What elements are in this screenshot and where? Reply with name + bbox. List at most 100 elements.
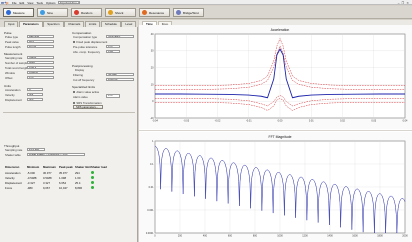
tab-schedule[interactable]: Schedule <box>100 21 121 27</box>
maximize-window-button[interactable]: ❐ <box>401 1 404 5</box>
y-tick-label: -10 <box>150 117 154 120</box>
close-window-button[interactable]: ✕ <box>406 1 409 5</box>
menu-item-tools[interactable]: Tools <box>36 1 43 5</box>
tab-spectrum[interactable]: Spectrum <box>43 21 64 27</box>
peak-value-label: Peak value <box>5 40 19 44</box>
module-icon <box>74 10 79 15</box>
tab-level[interactable]: Level <box>121 21 137 27</box>
x-tick-label: 0.01 <box>309 120 314 123</box>
throughput-rate-label: Sampling rate <box>5 148 23 152</box>
velocity-unit-label: Velocity <box>5 93 15 97</box>
chart-panel: Time Freq. Acceleration -0.04 -0.03 -0.02 -0.… <box>139 20 412 242</box>
module-button-random[interactable]: Random <box>71 8 102 17</box>
results-cell: 9,067 <box>43 185 50 190</box>
offset-field[interactable]: 0 % <box>27 75 54 80</box>
tab-limits[interactable]: Limits <box>84 21 101 27</box>
shaker-table-select[interactable]: Linear shaker: Throughput = 1.00 <box>27 152 85 157</box>
cutoff-label: Cut off frequency <box>73 78 95 82</box>
fft-magnitude-chart: FFT Magnitude0 200 400 600 800 1000 1200 1400 16… <box>139 132 412 242</box>
results-row: Force -980 9,067 10,047 8,896 <box>5 185 107 190</box>
chart-divider <box>139 130 412 131</box>
y-tick-label: 0.001 <box>147 209 154 212</box>
menu-bar: FileEditViewToolsOptionsHelp <box>12 1 64 5</box>
results-cell: 10,047 <box>59 185 68 190</box>
minimize-window-button[interactable]: – <box>398 1 400 5</box>
module-button-label: Sine <box>47 10 54 15</box>
results-table-wrapper: Dimension Minimum Maximum Peak peak Shaker l… <box>5 165 107 190</box>
tab-input[interactable]: Input <box>4 21 19 27</box>
alarm-value-field[interactable]: 0 % <box>106 94 120 98</box>
results-cell: 8,896 <box>75 185 82 190</box>
module-button-sine[interactable]: Sine <box>37 8 68 17</box>
sampling-rate-label: Sampling rate <box>5 56 23 60</box>
x-tick-label: 0.04 <box>403 120 408 123</box>
menu-item-edit[interactable]: Edit <box>20 1 25 5</box>
menu-item-file[interactable]: File <box>12 1 17 5</box>
specialized-limits-title: Specialized limits <box>72 85 96 89</box>
alarm-active-option[interactable]: Alarm value active <box>73 90 99 94</box>
results-cell <box>91 185 107 190</box>
x-tick-label: -0.04 <box>152 120 158 123</box>
x-tick-label: 400 <box>203 235 208 238</box>
module-button-bridge-strut[interactable]: Bridge/Strut <box>173 8 204 17</box>
record-length-label: Total record length <box>5 66 29 70</box>
settings-panel: Input Parameters Spectrum Channels Limits Sch… <box>0 20 138 242</box>
status-ok-icon <box>91 185 94 189</box>
module-icon <box>142 10 147 15</box>
x-tick-label: 1200 <box>302 235 308 238</box>
acceleration-plot: Acceleration -0.04 -0.03 -0.02 -0.01 0.00 0.01… <box>150 28 408 123</box>
menu-item-view[interactable]: View <box>27 1 33 5</box>
module-button-shock[interactable]: Shock <box>105 8 136 17</box>
module-icon <box>6 10 11 15</box>
compensation-type-label: Compensation type <box>73 35 98 39</box>
window-controls: – ❐ ✕ <box>398 1 409 5</box>
app-logo: m+p <box>1 0 9 5</box>
velocity-unit-select[interactable]: m/s <box>27 92 43 97</box>
cutoff-field[interactable]: 1000 Hz <box>106 77 134 82</box>
sampling-rate-field[interactable]: 51200 <box>27 55 54 60</box>
alarm-value-label: Alarm value <box>73 94 88 99</box>
srs-parameters-button[interactable]: SRS parameters... <box>73 105 103 109</box>
module-button-measure[interactable]: Measure <box>3 8 34 17</box>
filtering-select[interactable]: No filter <box>106 72 134 77</box>
status-ok-icon <box>91 180 94 184</box>
pulse-type-select[interactable]: Half sine <box>27 34 54 39</box>
throughput-rate-field[interactable]: 25.6 kHz <box>27 147 45 152</box>
y-tick-label: 0.0001 <box>146 232 154 235</box>
compensation-type-select[interactable]: Symmetric <box>106 34 134 39</box>
results-table: Dimension Minimum Maximum Peak peak Shaker l… <box>5 165 107 190</box>
displacement-unit-label: Displacement <box>5 98 22 102</box>
fixed-peak-option[interactable]: Fixed peak displacement <box>73 40 107 44</box>
tab-parameters[interactable]: Parameters <box>18 21 43 27</box>
chart-title: Acceleration <box>271 28 290 32</box>
pre-pulse-field[interactable]: 0 % <box>106 44 120 49</box>
pulse-type-label: Pulse type <box>5 35 19 39</box>
peak-value-field[interactable]: 30 g <box>27 39 54 44</box>
pulse-length-field[interactable]: 11 ms <box>27 44 54 49</box>
module-button-label: Measure <box>13 10 25 15</box>
results-cell: -980 <box>27 185 33 190</box>
x-tick-label: -0.03 <box>183 120 189 123</box>
window-select[interactable]: Uniform <box>27 70 54 75</box>
shaker-table-label: Shaker table <box>5 153 21 157</box>
module-button-label: Shock <box>115 10 124 15</box>
filtering-label: Filtering <box>73 73 83 77</box>
display-label: Display <box>75 68 85 72</box>
x-tick-label: 1800 <box>377 235 383 238</box>
pre-pulse-label: Pre-pulse tolerance <box>73 45 98 49</box>
x-tick-label: 2000 <box>402 235 408 238</box>
acceleration-unit-select[interactable]: g <box>27 87 43 92</box>
module-button-resonance[interactable]: Resonance <box>139 8 170 17</box>
document-title-field[interactable]: Standard Sine 1 <box>58 0 80 5</box>
x-tick-label: 200 <box>178 235 183 238</box>
status-ok-icon <box>91 175 94 179</box>
abs-comp-field[interactable]: 0 Hz <box>106 49 120 54</box>
menu-item-options[interactable]: Options <box>46 1 56 5</box>
window-label: Window <box>5 71 15 75</box>
displacement-unit-select[interactable]: mm <box>27 97 43 102</box>
samples-field[interactable]: 4096 <box>27 60 54 65</box>
acceleration-chart: Acceleration -0.04 -0.03 -0.02 -0.01 0.00 0.01… <box>139 25 412 129</box>
module-icon <box>40 10 45 15</box>
module-button-label: Resonance <box>149 10 165 15</box>
tab-channels[interactable]: Channels <box>64 21 85 27</box>
